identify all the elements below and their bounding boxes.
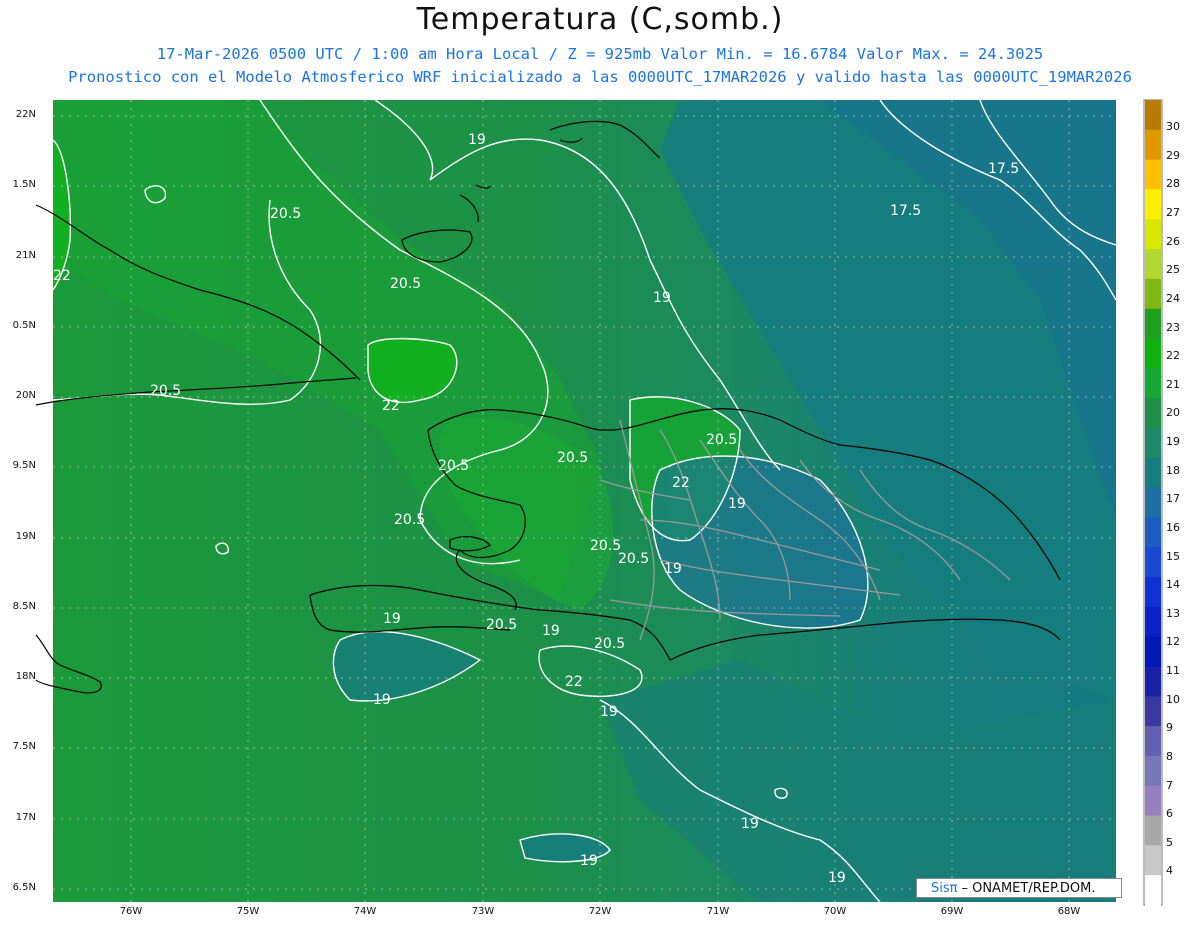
colorbar-swatch	[1145, 219, 1161, 250]
colorbar-label: 12	[1166, 635, 1180, 648]
lat-label: 7.5N	[12, 741, 36, 752]
colorbar-label: 8	[1166, 750, 1173, 763]
colorbar-swatch	[1145, 666, 1161, 697]
colorbar-swatch	[1145, 636, 1161, 667]
subtitle-model-info: Pronostico con el Modelo Atmosferico WRF…	[68, 68, 1132, 86]
colorbar-label: 18	[1166, 464, 1180, 477]
colorbar-swatch	[1145, 249, 1161, 280]
lat-label: 19N	[15, 531, 36, 542]
colorbar-swatch	[1145, 755, 1161, 787]
colorbar-swatch	[1145, 845, 1161, 876]
colorbar-label: 21	[1166, 378, 1180, 391]
lat-label: 20N	[15, 390, 36, 401]
lon-label: 74W	[353, 906, 377, 917]
colorbar-label: 10	[1166, 693, 1180, 706]
colorbar-label: 22	[1166, 349, 1180, 362]
colorbar-label: 20	[1166, 406, 1180, 419]
colorbar-label: 14	[1166, 578, 1180, 591]
colorbar-swatch	[1145, 159, 1161, 190]
lon-label: 73W	[471, 906, 495, 917]
colorbar-swatch	[1145, 726, 1161, 757]
colorbar-label: 5	[1166, 836, 1173, 849]
colorbar-label: 29	[1166, 149, 1180, 162]
colorbar-label: 15	[1166, 550, 1180, 563]
lat-label: 17N	[15, 812, 36, 823]
colorbar-label: 11	[1166, 664, 1180, 677]
lat-label: 21N	[15, 250, 36, 261]
lat-label: 0.5N	[12, 320, 36, 331]
credit-box: Sisπ – ONAMET/REP.DOM.	[916, 878, 1122, 898]
colorbar-swatch	[1145, 517, 1161, 548]
colorbar-swatch	[1145, 368, 1161, 399]
lat-label: 22N	[15, 109, 36, 120]
colorbar-swatch	[1145, 100, 1161, 131]
colorbar-label: 27	[1166, 206, 1180, 219]
colorbar-swatch	[1145, 427, 1161, 459]
colorbar-swatch	[1145, 785, 1161, 817]
colorbar-label: 4	[1166, 864, 1173, 877]
lon-label: 71W	[706, 906, 730, 917]
colorbar-swatch	[1145, 815, 1161, 846]
colorbar-swatch	[1145, 577, 1161, 608]
lon-label: 76W	[119, 906, 143, 917]
colorbar-swatch	[1145, 606, 1161, 638]
colorbar-label: 16	[1166, 521, 1180, 534]
lon-label: 75W	[236, 906, 260, 917]
credit-org: – ONAMET/REP.DOM.	[961, 880, 1096, 896]
colorbar-swatch	[1145, 875, 1161, 906]
colorbar-swatch	[1145, 398, 1161, 429]
colorbar-label: 24	[1166, 292, 1180, 305]
colorbar-label: 7	[1166, 779, 1173, 792]
colorbar-label: 6	[1166, 807, 1173, 820]
lon-label: 69W	[940, 906, 964, 917]
colorbar-label: 28	[1166, 177, 1180, 190]
colorbar-label: 13	[1166, 607, 1180, 620]
colorbar	[1145, 100, 1161, 906]
colorbar-swatch	[1145, 696, 1161, 727]
credit-sis-logo: Sisπ	[931, 880, 958, 896]
colorbar-label: 9	[1166, 721, 1173, 734]
colorbar-label: 25	[1166, 263, 1180, 276]
colorbar-swatch	[1145, 487, 1161, 518]
lat-label: 1.5N	[12, 179, 36, 190]
colorbar-label: 19	[1166, 435, 1180, 448]
map-title: Temperatura (C,somb.)	[416, 2, 784, 37]
lat-label: 6.5N	[12, 882, 36, 893]
colorbar-label: 26	[1166, 235, 1180, 248]
colorbar-label: 30	[1166, 120, 1180, 133]
colorbar-swatch	[1145, 129, 1161, 161]
lon-label: 68W	[1057, 906, 1081, 917]
lon-label: 72W	[588, 906, 612, 917]
colorbar-label: 17	[1166, 492, 1180, 505]
colorbar-swatch	[1145, 308, 1161, 340]
lat-label: 8.5N	[12, 601, 36, 612]
lat-label: 9.5N	[12, 460, 36, 471]
colorbar-label: 23	[1166, 321, 1180, 334]
lon-label: 70W	[823, 906, 847, 917]
colorbar-swatch	[1145, 278, 1161, 310]
lat-label: 18N	[15, 671, 36, 682]
colorbar-swatch	[1145, 547, 1161, 578]
subtitle-valid-time: 17-Mar-2026 0500 UTC / 1:00 am Hora Loca…	[156, 45, 1044, 63]
colorbar-swatch	[1145, 189, 1161, 220]
colorbar-swatch	[1145, 457, 1161, 489]
colorbar-swatch	[1145, 338, 1161, 369]
